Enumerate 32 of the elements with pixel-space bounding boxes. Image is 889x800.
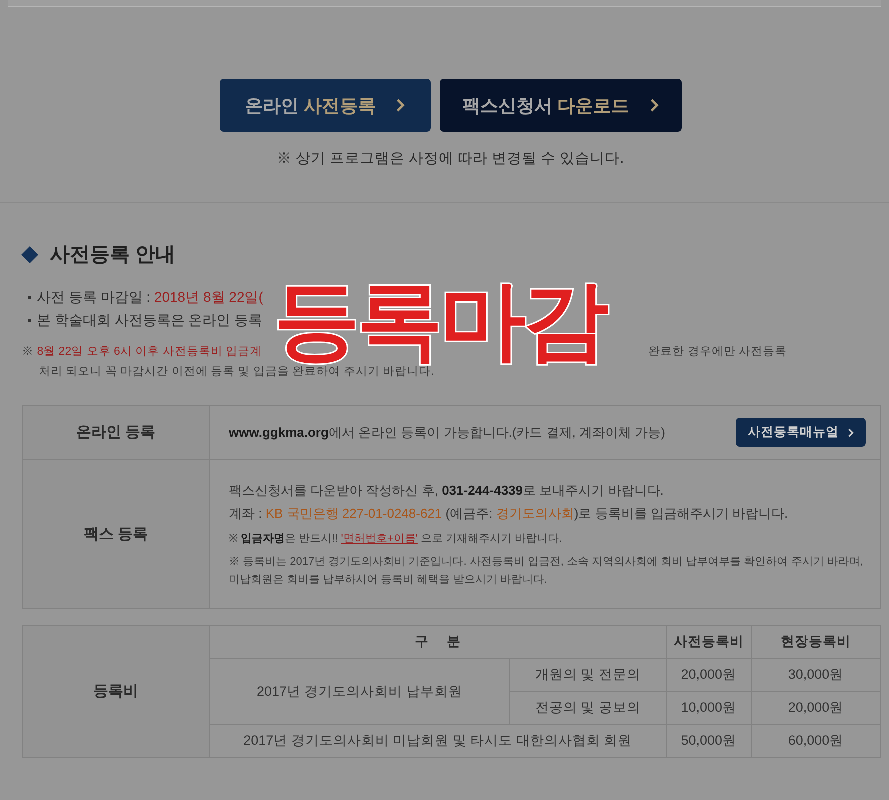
register-button[interactable]: 온라인 사전등록 <box>220 79 430 132</box>
bullet-text: 사전 등록 마감일 : 2018년 8월 22일( <box>37 288 264 306</box>
closed-label: 등록마감 <box>274 278 606 364</box>
info-text: 팩스신청서를 다운받아 작성하신 후, 031-244-4339로 보내주시기 바랍니다. <box>229 482 665 500</box>
table-cell: 2017년 경기도의사회비 미납회원 및 타시도 대한의사협회 회원 <box>210 724 666 758</box>
info-text: www.ggkma.org에서 온라인 등록이 가능합니다.(카드 결제, 계좌이체 가능) <box>229 424 666 442</box>
table-cell: 20,000원 <box>752 692 880 724</box>
table-cell: 개원의 및 전문의 <box>510 658 666 692</box>
table-cell: 전공의 및 공보의 <box>510 692 666 724</box>
row-label: 온라인 등록 <box>22 406 210 460</box>
note-text: ※ 8월 22일 오후 6시 이후 사전등록비 입금계 <box>22 344 262 358</box>
note-text: 완료한 경우에만 사전등록 <box>648 344 787 358</box>
row-label: 팩스 등록 <box>22 460 210 608</box>
row-label: 등록비 <box>22 626 210 758</box>
note-text: ※ 입금자명은 반드시!! '면허번호+이름' 으로 기재해주시기 바랍니다. <box>229 532 564 547</box>
download-button[interactable]: 팩스신청서 다운로드 <box>440 79 682 132</box>
table-cell: 10,000원 <box>666 692 752 724</box>
manual-button[interactable]: 사전등록매뉴얼 <box>736 418 866 447</box>
column-header: 사전등록비 <box>666 626 752 658</box>
notice-text: ※ 상기 프로그램은 사정에 따라 변경될 수 있습니다. <box>276 150 626 168</box>
section-title: 사전등록 안내 <box>50 243 176 268</box>
table-cell: 2017년 경기도의사회비 납부회원 <box>210 658 510 724</box>
bullet-text: 본 학술대회 사전등록은 온라인 등록 <box>37 312 263 330</box>
info-text: 계좌 : KB 국민은행 227-01-0248-621 (예금주: 경기도의사회)로 등록비를 입금해주시기 바랍니다. <box>229 505 790 523</box>
note-text: 처리 되오니 꼭 마감시간 이전에 등록 및 입금을 완료하여 주시기 바랍니다. <box>39 364 434 378</box>
note-text: ※ 등록비는 2017년 경기도의사회비 기준입니다. 사전등록비 입금전, 소속 지역의사회에 회비 납부여부를 확인하여 주시기 바라며, 미납회원은 회비를 납부하시어 등록비 혜택을 받으시기 바랍니다. <box>229 555 864 588</box>
column-header: 현장등록비 <box>752 626 880 658</box>
table-cell: 50,000원 <box>666 724 752 758</box>
column-header: 구 분 <box>210 626 666 658</box>
table-cell: 30,000원 <box>752 658 880 692</box>
table-cell: 60,000원 <box>752 724 880 758</box>
table-cell: 20,000원 <box>666 658 752 692</box>
